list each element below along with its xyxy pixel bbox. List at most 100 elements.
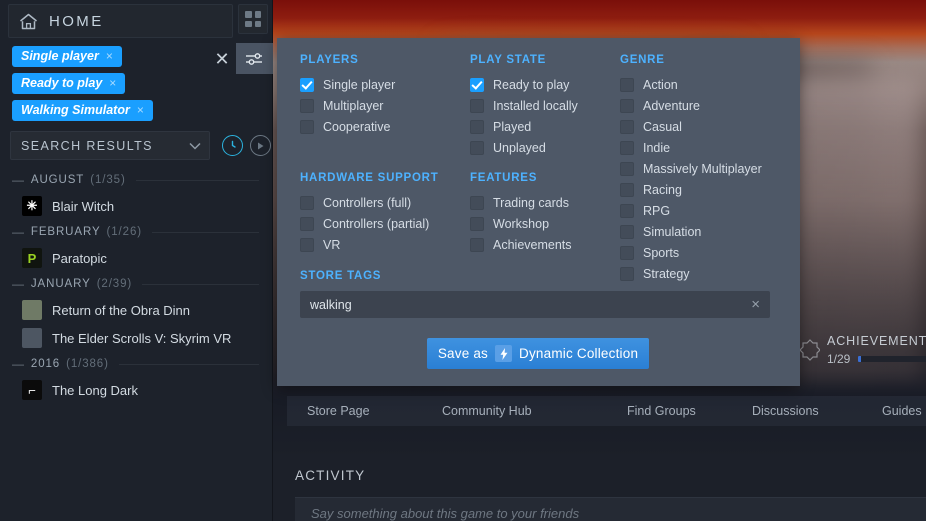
home-button[interactable]: HOME [8,4,233,38]
filter-option-label: Unplayed [493,140,546,155]
filter-checkbox-row[interactable]: RPG [620,200,762,221]
collapse-icon[interactable]: — [12,357,25,371]
game-list-section-header[interactable]: — JANUARY (2/39) [0,272,273,296]
filter-group-players: PLAYERS Single player Multiplayer Cooperati… [300,54,395,137]
checkbox-icon[interactable] [470,98,484,113]
filter-checkbox-row[interactable]: Achievements [470,234,572,255]
clear-filters-icon[interactable]: ✕ [210,47,234,71]
checkbox-icon[interactable] [620,203,634,218]
game-list-section-header[interactable]: — FEBRUARY (1/26) [0,220,273,244]
checkbox-icon[interactable] [300,119,314,134]
section-name: FEBRUARY [30,226,101,238]
filter-checkbox-row[interactable]: Racing [620,179,762,200]
game-list-item[interactable]: ⌐ The Long Dark [0,376,273,404]
checkbox-icon[interactable] [300,237,314,252]
filter-checkbox-row[interactable]: Controllers (partial) [300,213,439,234]
filter-checkbox-row[interactable]: Casual [620,116,762,137]
checkbox-icon[interactable] [470,216,484,231]
filter-checkbox-row[interactable]: Indie [620,137,762,158]
checkbox-icon[interactable] [620,140,634,155]
filter-checkbox-row[interactable]: Multiplayer [300,95,395,116]
filter-checkbox-row[interactable]: Single player [300,74,395,95]
filter-checkbox-row[interactable]: VR [300,234,439,255]
store-tags-value: walking [310,297,352,312]
active-filter-tags: Single player × Ready to play × Walking Simu… [12,46,207,127]
checkbox-icon[interactable] [620,77,634,92]
game-list-item[interactable]: ✳ Blair Witch [0,192,273,220]
checkbox-checked-icon[interactable] [300,77,314,92]
filter-checkbox-row[interactable]: Strategy [620,263,762,284]
filter-checkbox-row[interactable]: Ready to play [470,74,578,95]
filter-group-features: FEATURES Trading cards Workshop Achievement… [470,172,572,255]
filter-checkbox-row[interactable]: Unplayed [470,137,578,158]
save-button-prefix: Save as [437,346,489,361]
filter-checkbox-row[interactable]: Trading cards [470,192,572,213]
filter-option-label: Indie [643,140,671,155]
filter-checkbox-row[interactable]: Action [620,74,762,95]
filter-checkbox-row[interactable]: Simulation [620,221,762,242]
game-title: The Elder Scrolls V: Skyrim VR [52,330,232,346]
filter-option-label: RPG [643,203,671,218]
checkbox-icon[interactable] [300,98,314,113]
clear-store-tags-icon[interactable]: × [751,296,760,313]
achievements-widget[interactable]: ACHIEVEMENTS 1/29 [800,328,926,372]
checkbox-icon[interactable] [620,161,634,176]
game-list-item[interactable]: Return of the Obra Dinn [0,296,273,324]
remove-tag-icon[interactable]: × [109,76,116,90]
tab-discussions[interactable]: Discussions [752,404,819,418]
checkbox-icon[interactable] [470,119,484,134]
filter-checkbox-row[interactable]: Workshop [470,213,572,234]
collapse-icon[interactable]: — [12,225,25,239]
tab-find-groups[interactable]: Find Groups [627,404,696,418]
store-tags-input[interactable]: walking × [300,291,770,318]
collapse-icon[interactable]: — [12,277,25,291]
game-list-section-header[interactable]: — AUGUST (1/35) [0,168,273,192]
checkbox-icon[interactable] [470,237,484,252]
filter-checkbox-row[interactable]: Played [470,116,578,137]
filter-tag-label: Single player [21,49,99,63]
filter-option-label: Controllers (full) [323,195,412,210]
checkbox-icon[interactable] [470,140,484,155]
clock-icon[interactable] [222,135,243,156]
collapse-icon[interactable]: — [12,173,25,187]
tab-store-page[interactable]: Store Page [307,404,370,418]
filter-checkbox-row[interactable]: Cooperative [300,116,395,137]
checkbox-icon[interactable] [470,195,484,210]
game-nav-tabs: Store Page Community Hub Find Groups Discus… [287,396,926,426]
clock-glyph [231,140,236,148]
checkbox-icon[interactable] [300,216,314,231]
filter-checkbox-row[interactable]: Sports [620,242,762,263]
activity-post-box[interactable]: Say something about this game to your fr… [295,497,926,521]
sort-select[interactable]: SEARCH RESULTS [10,131,210,160]
checkbox-icon[interactable] [620,245,634,260]
checkbox-icon[interactable] [620,266,634,281]
game-list-section-header[interactable]: — 2016 (1/386) [0,352,273,376]
section-rule [151,231,259,233]
filter-checkbox-row[interactable]: Installed locally [470,95,578,116]
remove-tag-icon[interactable]: × [137,103,144,117]
checkbox-icon[interactable] [620,224,634,239]
filter-tag-pill[interactable]: Ready to play × [12,73,126,94]
checkbox-icon[interactable] [620,182,634,197]
game-list-item[interactable]: P Paratopic [0,244,273,272]
checkbox-checked-icon[interactable] [470,77,484,92]
filter-checkbox-row[interactable]: Adventure [620,95,762,116]
checkbox-icon[interactable] [300,195,314,210]
sliders-icon[interactable] [236,43,273,74]
checkbox-icon[interactable] [620,119,634,134]
filter-option-label: Achievements [493,237,572,252]
filter-checkbox-row[interactable]: Massively Multiplayer [620,158,762,179]
filter-tag-pill[interactable]: Walking Simulator × [12,100,153,121]
filter-checkbox-row[interactable]: Controllers (full) [300,192,439,213]
save-dynamic-collection-button[interactable]: Save as Dynamic Collection [427,338,649,369]
play-circle-icon[interactable] [250,135,271,156]
grid-view-icon[interactable] [238,4,268,34]
tab-guides[interactable]: Guides [882,404,922,418]
checkbox-icon[interactable] [620,98,634,113]
tab-community-hub[interactable]: Community Hub [442,404,532,418]
filter-tag-pill[interactable]: Single player × [12,46,122,67]
save-button-suffix: Dynamic Collection [519,346,639,361]
chevron-down-icon [189,142,201,150]
remove-tag-icon[interactable]: × [106,49,113,63]
game-list-item[interactable]: The Elder Scrolls V: Skyrim VR [0,324,273,352]
